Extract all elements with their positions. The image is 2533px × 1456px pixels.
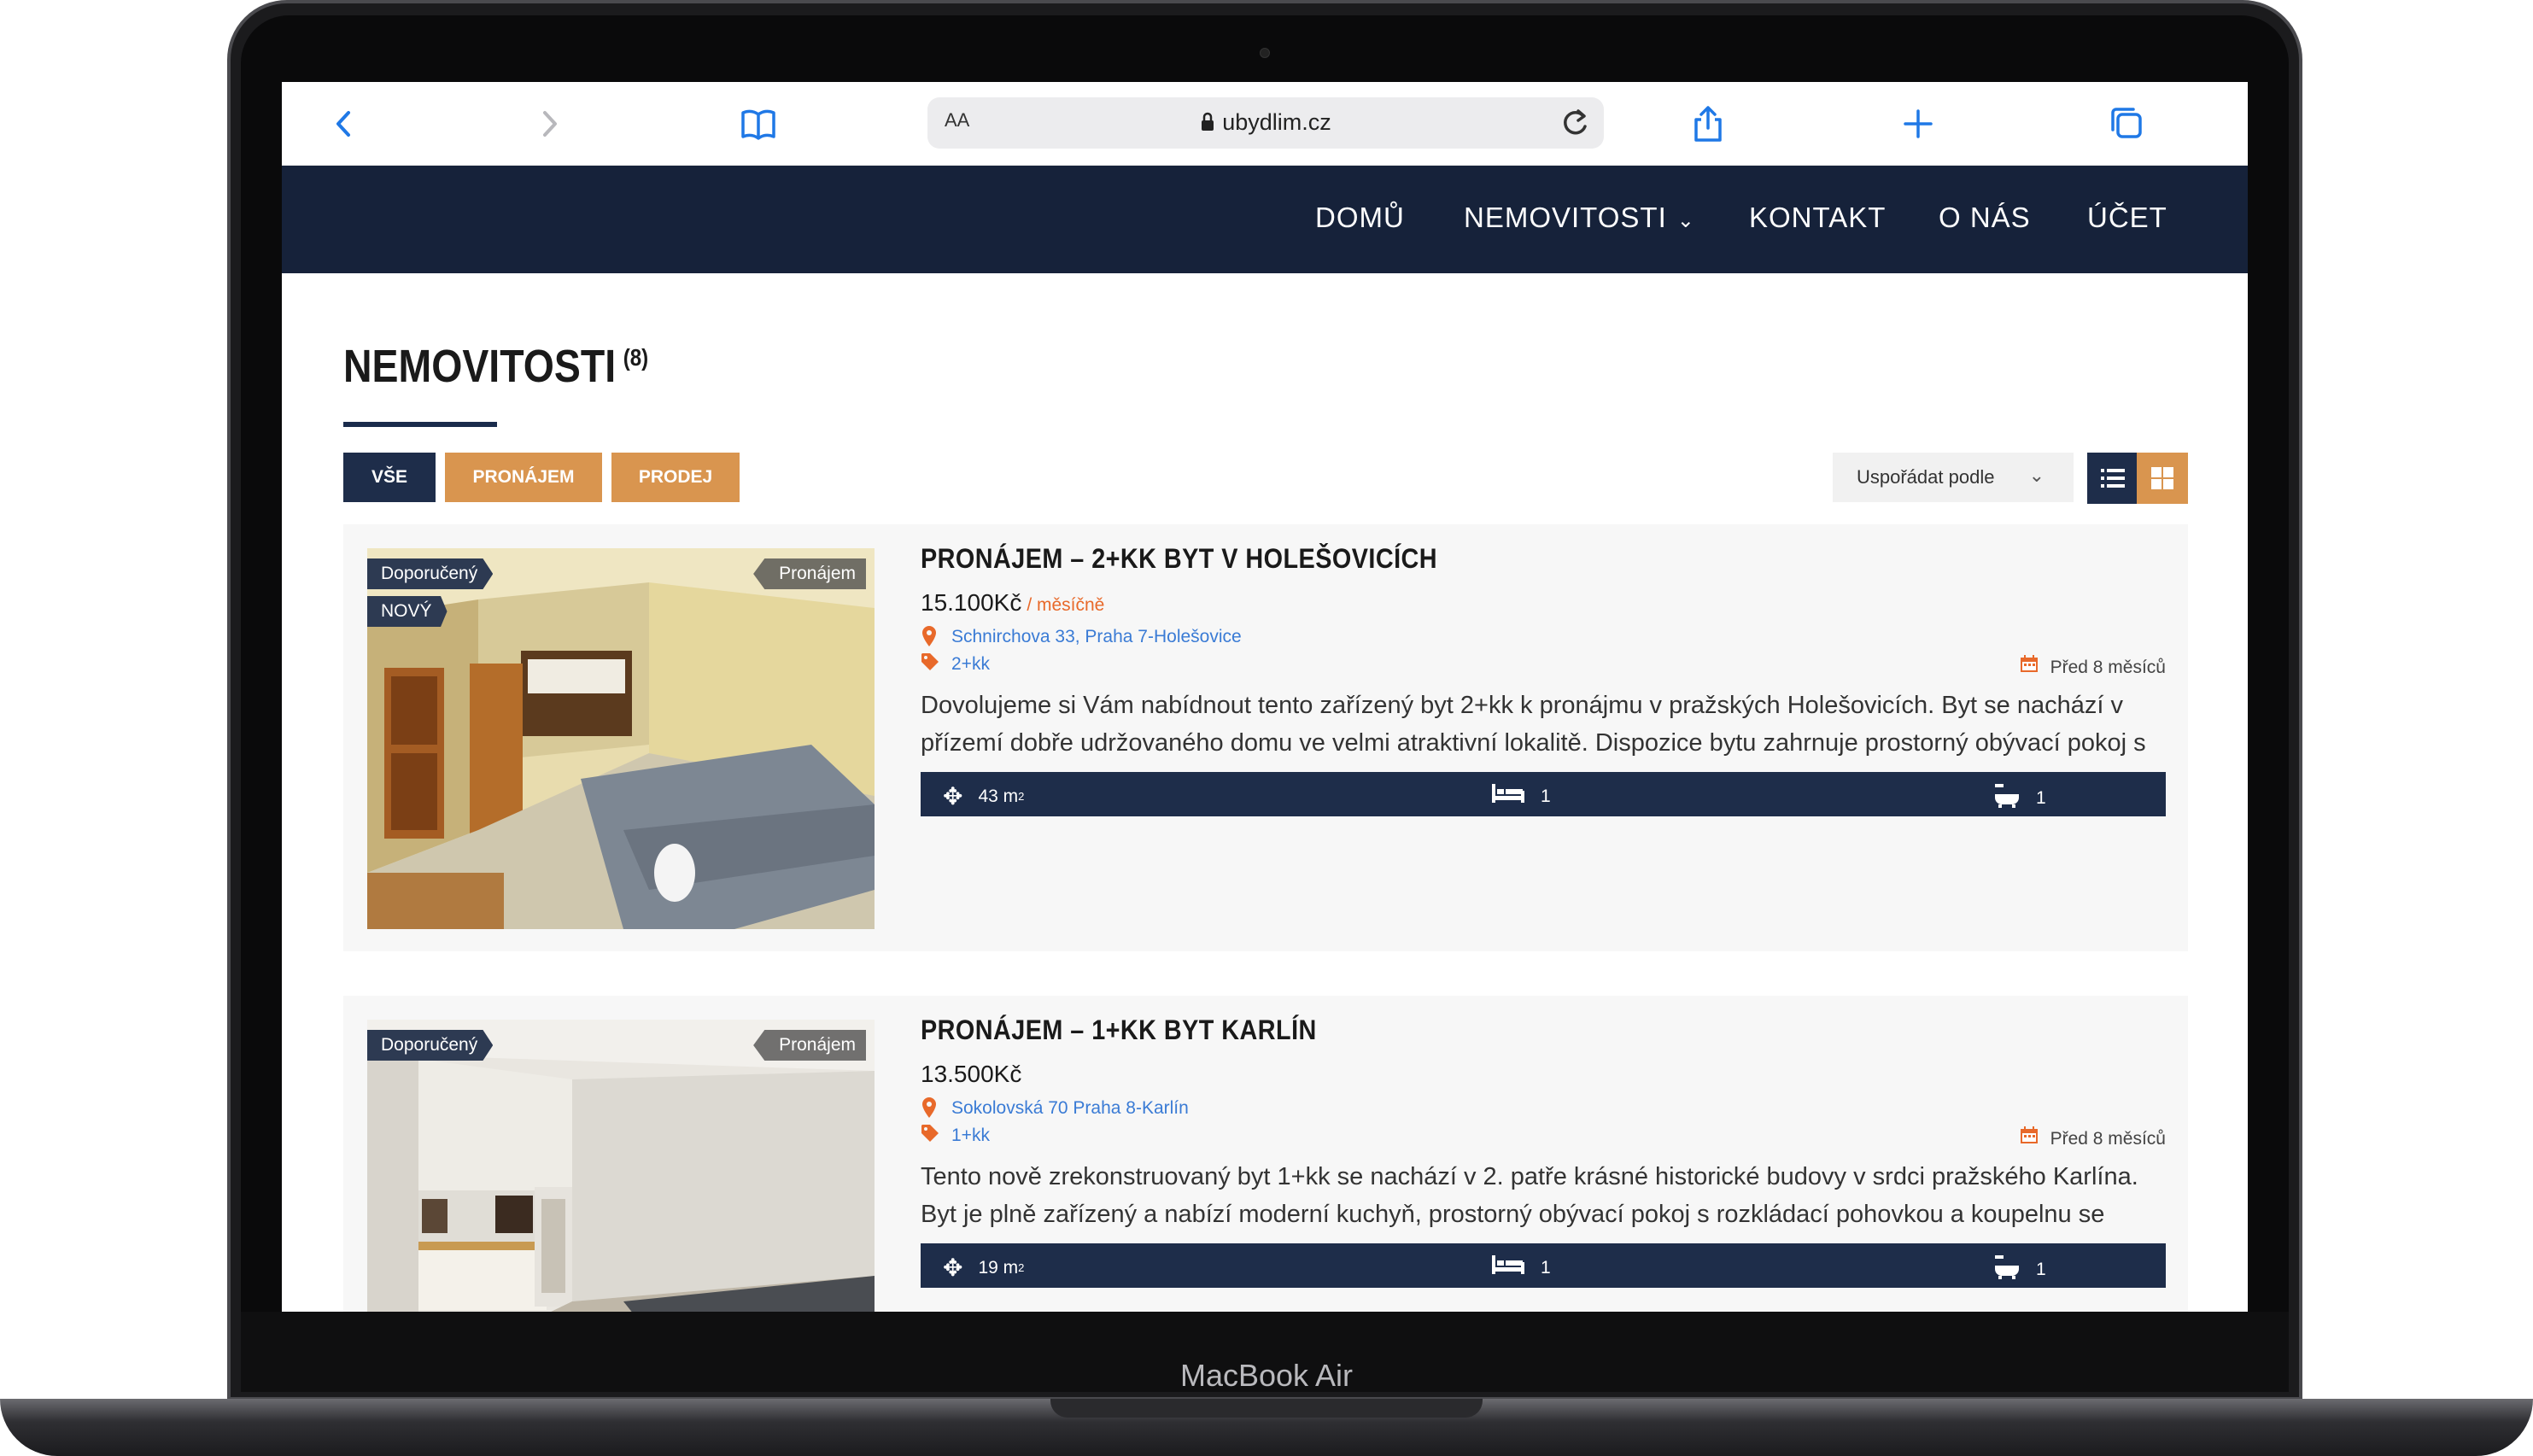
nav-item-properties[interactable]: NEMOVITOSTI ⌄ [1464,202,1695,234]
nav-item-contact[interactable]: KONTAKT [1749,202,1886,234]
move-arrows-icon: ✥ [943,783,963,810]
listing-layout[interactable]: 2+kk [951,654,990,675]
listing-address[interactable]: Schnirchova 33, Praha 7-Holešovice [951,627,1242,647]
nav-item-properties-label: NEMOVITOSTI [1464,202,1667,233]
listing-title[interactable]: PRONÁJEM – 1+KK BYT KARLÍN [921,1015,1317,1046]
move-arrows-icon: ✥ [943,1254,963,1281]
listing-layout[interactable]: 1+kk [951,1126,990,1146]
tag-icon [921,1124,939,1148]
listing-description: Dovolujeme si Vám nabídnout tento zaříze… [921,692,2146,757]
listing-price: 15.100Kč / měsíčně [921,589,1104,617]
price-period: / měsíčně [1027,595,1105,615]
page-title-text: NEMOVITOSTI [343,341,617,392]
calendar-icon [2020,1126,2039,1149]
area-stat: ✥ 19 m2 [943,1254,1024,1282]
bathtub-icon [1992,782,2021,814]
listing-date: Před 8 měsíců [2020,654,2166,678]
bed-icon [1491,1254,1525,1282]
filter-rent-button[interactable]: PRONÁJEM [445,453,602,502]
featured-tag: Doporučený [367,1030,494,1061]
tabs-icon[interactable] [2106,104,2147,143]
grid-icon [2151,467,2173,489]
browser-toolbar: AA ubydlim.cz [282,82,2248,166]
area-unit: m [1003,786,1019,806]
listing-title[interactable]: PRONÁJEM – 2+KK BYT V HOLEŠOVICÍCH [921,543,1437,575]
share-icon[interactable] [1688,104,1729,143]
nav-item-account[interactable]: ÚČET [2087,202,2167,234]
filter-sale-button[interactable]: PRODEJ [611,453,740,502]
listing-stats-bar: ✥ 43 m2 1 1 [921,772,2166,816]
grid-view-button[interactable] [2137,453,2188,504]
bathrooms-stat: 1 [1992,1254,2046,1285]
calendar-icon [2020,655,2039,677]
device-brand-label: MacBook Air [1179,1358,1354,1393]
screen: AA ubydlim.cz DOMŮ NEMOVITOSTI ⌄ KONTAKT… [282,82,2248,1312]
bathtub-icon [1992,1254,2021,1285]
area-value: 43 [978,786,998,806]
nav-item-home[interactable]: DOMŮ [1315,202,1405,234]
nav-item-about[interactable]: O NÁS [1939,202,2031,234]
camera-icon [1260,48,1270,58]
rent-type-tag: Pronájem [753,558,866,589]
url-text: ubydlim.cz [1222,109,1331,135]
bookmarks-icon[interactable] [738,104,779,143]
listing-card[interactable]: Doporučený NOVÝ Pronájem PRONÁJEM – 2+KK… [343,524,2188,951]
listing-photo[interactable]: Doporučený NOVÝ Pronájem [367,548,875,929]
price-value: 15.100Kč [921,589,1022,616]
new-tag: NOVÝ [367,596,448,627]
featured-tag: Doporučený [367,558,494,589]
area-value: 19 [978,1257,998,1278]
list-view-button[interactable] [2087,453,2138,504]
new-tab-icon[interactable] [1898,104,1939,143]
listing-card[interactable]: Doporučený Pronájem PRONÁJEM – 1+KK BYT … [343,996,2188,1312]
page-title: NEMOVITOSTI (8) [343,340,648,393]
sort-label: Uspořádat podle [1857,466,1995,488]
date-text: Před 8 měsíců [2050,658,2166,677]
bathrooms-stat: 1 [1992,782,2046,814]
bed-icon [1491,782,1525,810]
listing-address[interactable]: Sokolovská 70 Praha 8-Karlín [951,1098,1189,1119]
listing-price: 13.500Kč [921,1061,1021,1088]
apartment-interior-image [367,1020,875,1312]
list-icon [2101,469,2125,488]
laptop-notch [1050,1399,1483,1418]
listing-stats-bar: ✥ 19 m2 1 1 [921,1243,2166,1288]
baths-value: 1 [2036,1259,2046,1279]
baths-value: 1 [2036,787,2046,808]
bedrooms-stat: 1 [1491,782,1551,810]
date-text: Před 8 měsíců [2050,1129,2166,1149]
area-stat: ✥ 43 m2 [943,782,1024,810]
area-unit-exponent: 2 [1018,1261,1025,1274]
site-navbar: DOMŮ NEMOVITOSTI ⌄ KONTAKT O NÁS ÚČET [282,166,2248,273]
back-icon[interactable] [323,104,364,143]
result-count: (8) [623,344,649,371]
listing-date: Před 8 měsíců [2020,1126,2166,1149]
forward-icon[interactable] [529,104,570,143]
tag-icon [921,652,939,676]
beds-value: 1 [1541,786,1551,806]
chevron-down-icon: ⌄ [2028,465,2045,486]
price-value: 13.500Kč [921,1061,1022,1087]
address-bar[interactable]: AA ubydlim.cz [927,97,1604,149]
listing-description: Tento nově zrekonstruovaný byt 1+kk se n… [921,1163,2138,1228]
area-unit: m [1003,1257,1019,1278]
title-underline [343,422,497,427]
lock-icon [1200,112,1215,138]
location-pin-icon [921,625,938,652]
rent-type-tag: Pronájem [753,1030,866,1061]
laptop-frame: AA ubydlim.cz DOMŮ NEMOVITOSTI ⌄ KONTAKT… [0,0,2533,1456]
chevron-down-icon: ⌄ [1676,209,1695,232]
location-pin-icon [921,1096,938,1124]
area-unit-exponent: 2 [1018,790,1025,803]
reload-icon[interactable] [1558,104,1592,149]
filter-all-button[interactable]: VŠE [343,453,436,502]
bedrooms-stat: 1 [1491,1254,1551,1282]
sort-select[interactable]: Uspořádat podle ⌄ [1833,453,2074,502]
listing-photo[interactable]: Doporučený Pronájem [367,1020,875,1312]
beds-value: 1 [1541,1257,1551,1278]
